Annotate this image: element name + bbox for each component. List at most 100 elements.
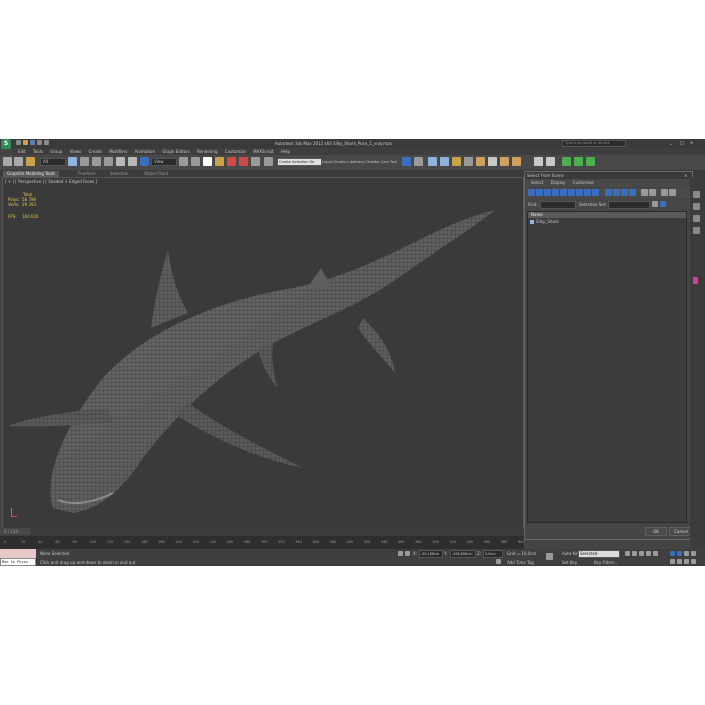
menu-edit[interactable]: Edit [18,149,26,154]
perspective-viewport[interactable]: [ + ] [ Perspective ] [ Shaded + Edged F… [2,177,524,529]
move-icon[interactable] [116,157,125,166]
set-key-mode-icon[interactable] [546,553,553,560]
pan-view-icon[interactable] [677,559,682,564]
minimize-window-icon[interactable]: _ [670,140,672,145]
menu-views[interactable]: Views [70,149,82,154]
menu-customize[interactable]: Customize [225,149,246,154]
extra-tool-1-icon[interactable] [534,157,543,166]
create-selection-set-icon[interactable] [660,201,666,207]
menu-create[interactable]: Create [89,149,102,154]
selection-filter-dropdown[interactable]: All [40,158,66,166]
close-window-icon[interactable]: ✕ [690,140,693,145]
goto-start-icon[interactable] [625,551,630,556]
zoom-all-icon[interactable] [677,551,682,556]
save-file-icon[interactable] [30,140,35,145]
unlink-icon[interactable] [14,157,23,166]
display-geometry-icon[interactable] [528,189,535,196]
display-bones-icon[interactable] [592,189,599,196]
filter-icon[interactable] [661,189,668,196]
pivot-center-icon[interactable] [179,157,188,166]
select-invert-icon[interactable] [621,189,628,196]
named-selection-set-dropdown[interactable]: Create Selection Se [277,158,322,166]
select-object-icon[interactable] [68,157,77,166]
align-icon[interactable] [414,157,423,166]
play-icon[interactable] [639,551,644,556]
panel-create-icon[interactable] [693,191,700,198]
layer-manager-icon[interactable] [428,157,437,166]
sync-selection-icon[interactable] [629,189,636,196]
dialog-tool-icon-2[interactable] [649,189,656,196]
dialog-tool-icon-1[interactable] [641,189,648,196]
redo-icon[interactable] [44,140,49,145]
schematic-view-icon[interactable] [464,157,473,166]
z-coord-field[interactable]: 0,0cm [483,550,503,558]
dialog-menu-select[interactable]: Select [531,180,543,185]
previous-frame-icon[interactable] [632,551,637,556]
help-search-input[interactable]: Type a keyword or phrase [562,140,626,147]
goto-end-icon[interactable] [653,551,658,556]
y-coord-field[interactable]: -496,608cm [450,550,476,558]
cam-tool-label[interactable]: iro Cam Tool [375,160,397,165]
new-file-icon[interactable] [16,140,21,145]
menu-graph-editors[interactable]: Graph Editors [162,149,189,154]
app-logo-icon[interactable]: S [1,139,11,149]
dialog-menu-display[interactable]: Display [551,180,566,185]
time-slider-thumb[interactable] [0,528,30,535]
set-key-button[interactable]: Set Key [562,560,577,565]
select-link-icon[interactable] [3,157,12,166]
liquid-studio-label[interactable]: Liquid Studio v delivery Check [322,160,376,165]
color-swatch[interactable] [693,277,698,284]
maximize-viewport-icon[interactable] [691,559,696,564]
lock-selection-icon[interactable] [398,551,403,556]
display-shapes-icon[interactable] [536,189,543,196]
orbit-icon[interactable] [684,559,689,564]
render-production-icon[interactable] [512,157,521,166]
maximize-window-icon[interactable]: □ [680,140,684,145]
dialog-title-bar[interactable]: Select From Scene ✕ [525,172,692,179]
time-tag-icon[interactable] [496,559,501,564]
scene-object-list[interactable]: Name Silky_Shark [527,211,687,523]
list-header[interactable]: Name [528,212,686,218]
menu-tools[interactable]: Tools [33,149,43,154]
display-lights-icon[interactable] [544,189,551,196]
list-item[interactable]: Silky_Shark [530,219,630,225]
key-selection-dropdown[interactable]: Selected [578,550,620,558]
extra-tool-4-icon[interactable] [574,157,583,166]
extra-tool-5-icon[interactable] [586,157,595,166]
field-of-view-icon[interactable] [670,559,675,564]
menu-maxscript[interactable]: MAXScript [253,149,274,154]
keyboard-shortcut-icon[interactable] [203,157,212,166]
menu-modifiers[interactable]: Modifiers [109,149,127,154]
select-none-icon[interactable] [613,189,620,196]
zoom-icon[interactable] [670,551,675,556]
display-cameras-icon[interactable] [552,189,559,196]
reference-coordinate-dropdown[interactable]: View [151,158,177,166]
selection-set-dropdown[interactable] [608,201,650,209]
next-frame-icon[interactable] [646,551,651,556]
absolute-mode-icon[interactable] [405,551,410,556]
extra-tool-3-icon[interactable] [562,157,571,166]
dialog-menu-customize[interactable]: Customize [573,180,594,185]
spinner-snap-icon[interactable] [251,157,260,166]
rendered-frame-window-icon[interactable] [500,157,509,166]
angle-snap-icon[interactable] [227,157,236,166]
panel-motion-icon[interactable] [693,227,700,234]
window-crossing-icon[interactable] [104,157,113,166]
snaps-toggle-icon[interactable] [215,157,224,166]
rectangular-selection-icon[interactable] [92,157,101,166]
mirror-icon[interactable] [402,157,411,166]
material-editor-icon[interactable] [476,157,485,166]
maxscript-mini-listener[interactable]: Max to Physc [0,558,36,566]
rotate-icon[interactable] [128,157,137,166]
display-groups-icon[interactable] [576,189,583,196]
select-manipulate-icon[interactable] [191,157,200,166]
ok-button[interactable]: OK [645,527,667,536]
key-filters-button[interactable]: Key Filters... [594,560,618,565]
track-bar[interactable]: 0 20 40 60 80 100 120 140 160 180 200 220 240 260 280 3… [0,536,524,549]
zoom-extents-all-icon[interactable] [691,551,696,556]
extra-tool-2-icon[interactable] [546,157,555,166]
dropdown-arrow-icon[interactable] [652,201,658,207]
display-spacewarps-icon[interactable] [568,189,575,196]
undo-icon[interactable] [37,140,42,145]
graphite-toggle-icon[interactable] [440,157,449,166]
